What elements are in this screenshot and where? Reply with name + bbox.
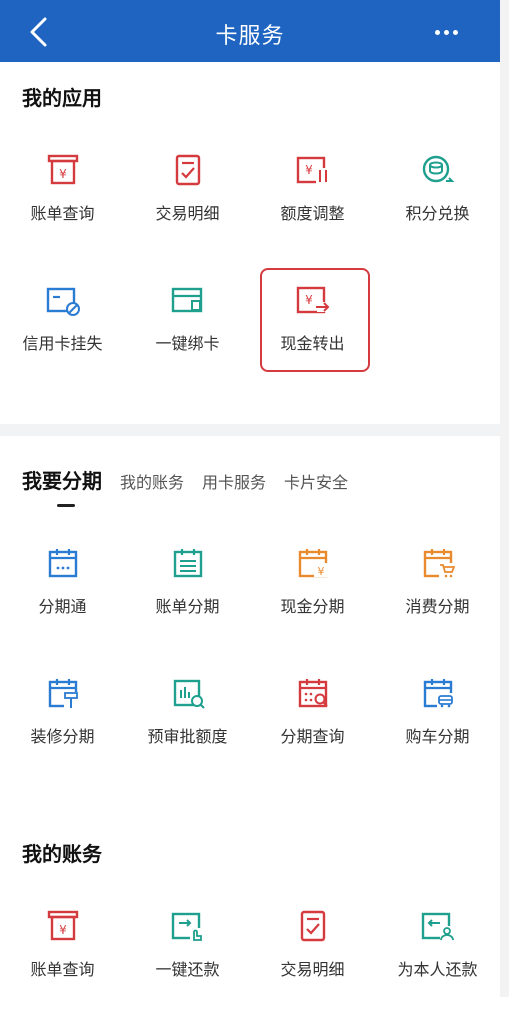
section-divider [0,424,500,436]
inst-query[interactable]: 分期查询 [250,655,375,785]
app-label: 额度调整 [280,204,345,223]
installment-label: 分期查询 [280,727,345,746]
bill-icon: ¥ [47,910,78,941]
inst-decoration[interactable]: 装修分期 [0,655,125,785]
transaction-detail-icon [300,910,325,942]
inst-shopping[interactable]: 消费分期 [375,525,500,655]
top-bar: 卡服务 [0,0,500,62]
app-label: 交易明细 [155,204,220,223]
transaction-detail-icon [175,154,200,186]
shopping-installment-icon [423,549,455,578]
category-tabs: 我要分期 我的账务 用卡服务 卡片安全 [22,465,348,494]
acct-one-click-repay[interactable]: 一键还款 [125,888,250,1018]
bill-installment-icon [173,549,202,578]
app-bill-query[interactable]: ¥ 账单查询 [0,132,125,262]
decoration-installment-icon [48,679,79,708]
my-apps-grid: ¥ 账单查询 交易明细 ¥ 额度调整 积分兑换 信用卡挂失 一键绑卡 ¥ 现金转… [0,132,500,392]
svg-text:¥: ¥ [59,167,67,181]
installment-label: 装修分期 [30,727,95,746]
active-tab-indicator [57,504,75,507]
inst-preapproval[interactable]: 预审批额度 [125,655,250,785]
installment-label: 现金分期 [280,597,345,616]
acct-bill-query[interactable]: ¥ 账单查询 [0,888,125,1018]
cash-installment-icon: ¥ [298,549,328,578]
more-dots-icon [434,29,440,35]
account-label: 交易明细 [280,960,345,979]
app-empty-slot [375,262,500,392]
repay-self-icon [421,912,454,942]
app-label: 信用卡挂失 [22,334,103,353]
more-dot [443,29,449,35]
tab-installment[interactable]: 我要分期 [22,465,102,494]
tab-card-security[interactable]: 卡片安全 [284,469,348,493]
app-transaction-detail[interactable]: 交易明细 [125,132,250,262]
installment-label: 分期通 [38,597,87,616]
bill-icon: ¥ [47,154,78,185]
app-label: 账单查询 [30,204,95,223]
inst-bill[interactable]: 账单分期 [125,525,250,655]
acct-transaction-detail[interactable]: 交易明细 [250,888,375,1018]
card-report-loss-icon [46,287,80,316]
inst-cash[interactable]: ¥ 现金分期 [250,525,375,655]
account-label: 一键还款 [155,960,220,979]
installment-grid: 分期通 账单分期 ¥ 现金分期 消费分期 装修分期 预审批额度 分期查询 购车分… [0,525,500,785]
more-dot [452,29,458,35]
car-installment-icon [423,679,454,708]
more-button[interactable] [426,18,466,46]
installment-label: 购车分期 [405,727,470,746]
app-points-exchange[interactable]: 积分兑换 [375,132,500,262]
app-card-report-loss[interactable]: 信用卡挂失 [0,262,125,392]
svg-text:¥: ¥ [305,163,313,177]
app-label: 一键绑卡 [155,334,220,353]
account-label: 为本人还款 [397,960,478,979]
account-label: 账单查询 [30,960,95,979]
one-click-repay-icon [171,912,204,942]
page-title: 卡服务 [215,24,285,49]
tab-card-services[interactable]: 用卡服务 [202,469,266,493]
inst-fenqitong[interactable]: 分期通 [0,525,125,655]
calendar-icon [48,549,77,578]
limit-adjust-icon: ¥ [296,156,330,184]
app-bind-card[interactable]: 一键绑卡 [125,262,250,392]
acct-repay-self[interactable]: 为本人还款 [375,888,500,1018]
svg-text:¥: ¥ [317,565,324,578]
app-label: 积分兑换 [405,204,470,223]
my-accounts-title: 我的账务 [22,842,102,866]
bind-card-icon [171,287,202,313]
my-accounts-grid: ¥ 账单查询 一键还款 交易明细 为本人还款 [0,888,500,1018]
app-limit-adjust[interactable]: ¥ 额度调整 [250,132,375,262]
preapproval-icon [173,679,205,709]
tab-my-accounts[interactable]: 我的账务 [120,469,184,493]
installment-label: 消费分期 [405,597,470,616]
installment-query-icon [298,679,328,708]
right-edge [500,0,509,997]
installment-label: 预审批额度 [147,727,228,746]
my-apps-title: 我的应用 [22,86,102,110]
installment-label: 账单分期 [155,597,220,616]
selection-highlight [260,268,370,372]
inst-car[interactable]: 购车分期 [375,655,500,785]
svg-text:¥: ¥ [59,923,67,937]
points-exchange-icon [422,155,454,183]
